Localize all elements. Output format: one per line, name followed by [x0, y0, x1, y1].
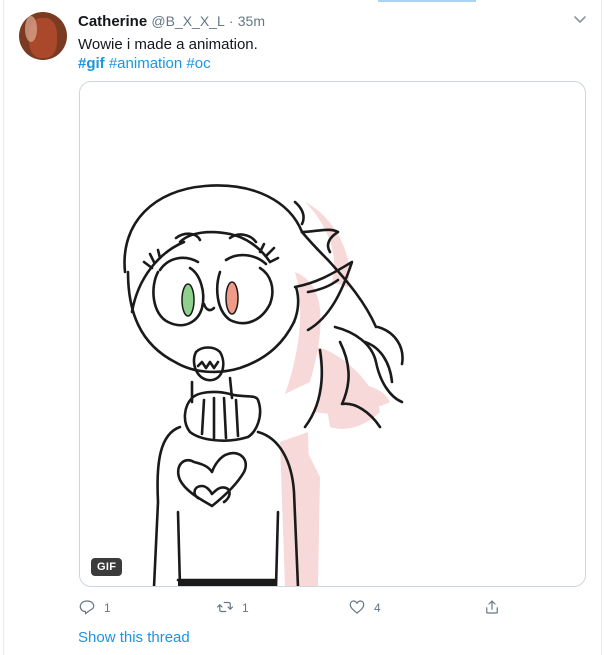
hashtag-link[interactable]: #animation: [109, 55, 182, 72]
avatar-highlight: [25, 16, 37, 42]
author-name[interactable]: Catherine: [78, 13, 147, 30]
gif-badge: GIF: [91, 558, 123, 576]
tweet[interactable]: Catherine @B_X_X_L · 35m Wowie i made a …: [0, 0, 605, 655]
tweet-actions: 1 1 4: [78, 598, 508, 618]
tweet-text: Wowie i made a animation.: [78, 36, 258, 53]
reply-button[interactable]: 1: [78, 598, 111, 618]
share-icon: [483, 598, 501, 619]
author-handle[interactable]: @B_X_X_L: [151, 13, 224, 29]
animation-frame-drawing: [123, 184, 404, 586]
chevron-down-icon[interactable]: [573, 12, 587, 26]
separator-dot: ·: [228, 13, 234, 29]
like-count: 4: [374, 601, 381, 615]
retweet-count: 1: [242, 601, 249, 615]
waistband: [178, 580, 276, 586]
reply-count: 1: [104, 601, 111, 615]
avatar[interactable]: [19, 12, 67, 60]
like-button[interactable]: 4: [348, 598, 381, 618]
hashtag-link[interactable]: #oc: [186, 55, 210, 72]
share-button[interactable]: [483, 598, 501, 618]
retweet-button[interactable]: 1: [216, 598, 249, 618]
tweet-header: Catherine @B_X_X_L · 35m: [78, 12, 265, 31]
hashtag-list: #gif #animation #oc: [78, 54, 211, 74]
show-thread-link[interactable]: Show this thread: [78, 629, 190, 646]
reply-icon: [78, 598, 96, 619]
timestamp[interactable]: 35m: [238, 13, 265, 29]
retweet-icon: [216, 598, 234, 619]
gif-media[interactable]: GIF: [79, 81, 586, 587]
hashtag-link[interactable]: #gif: [78, 55, 105, 72]
heart-icon: [348, 598, 366, 619]
